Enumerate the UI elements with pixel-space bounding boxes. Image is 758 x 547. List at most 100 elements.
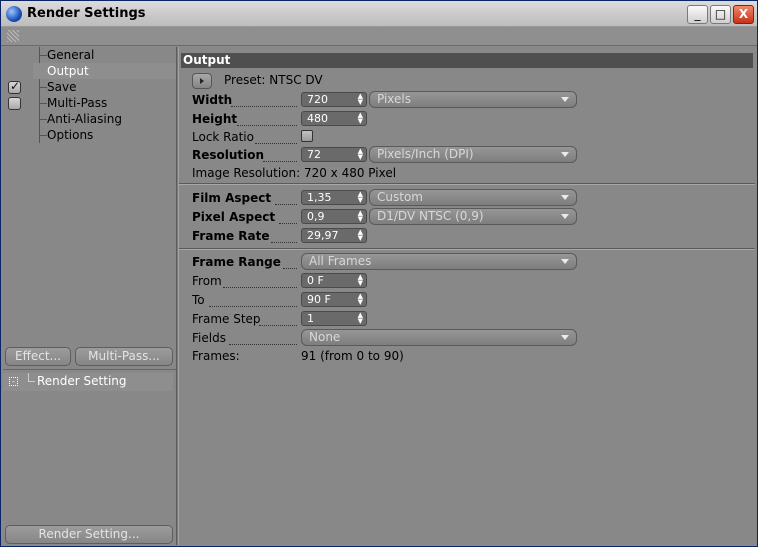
leader-dots xyxy=(255,130,297,144)
stepper-arrows-icon[interactable]: ▲ ▼ xyxy=(358,293,363,306)
film-aspect-dropdown[interactable]: Custom xyxy=(369,189,577,206)
panel-divider xyxy=(3,369,176,370)
expand-icon[interactable]: - xyxy=(9,377,18,386)
stepper-arrows-icon[interactable]: ▲ ▼ xyxy=(358,93,363,106)
from-input[interactable]: 0 F ▲ ▼ xyxy=(301,273,367,288)
pixel-aspect-label: Pixel Aspect xyxy=(192,210,276,224)
fields-option: None xyxy=(309,330,341,344)
maximize-button[interactable]: □ xyxy=(710,5,731,24)
separator xyxy=(179,183,755,185)
preset-label: Preset: NTSC DV xyxy=(224,73,323,87)
fields-dropdown[interactable]: None xyxy=(301,329,577,346)
lock-ratio-label: Lock Ratio xyxy=(192,130,254,144)
from-label: From xyxy=(192,274,222,288)
sidebar-item-general[interactable]: General xyxy=(33,47,94,63)
to-value: 90 F xyxy=(307,293,331,306)
film-aspect-value: 1,35 xyxy=(307,191,332,204)
leader-dots xyxy=(223,274,297,288)
frame-range-dropdown[interactable]: All Frames xyxy=(301,253,577,270)
sidebar-item-options[interactable]: Options xyxy=(33,127,93,143)
leader-dots xyxy=(209,293,297,307)
film-aspect-label: Film Aspect xyxy=(192,191,272,205)
save-checkbox[interactable]: ✓ xyxy=(8,79,21,94)
render-setting-item[interactable]: - Render Setting xyxy=(3,373,173,391)
leader-dots xyxy=(237,112,297,126)
frame-range-label: Frame Range xyxy=(192,255,281,269)
resolution-unit-dropdown[interactable]: Pixels/Inch (DPI) xyxy=(369,146,577,163)
stepper-arrows-icon[interactable]: ▲ ▼ xyxy=(358,312,363,325)
width-value: 720 xyxy=(307,93,328,106)
frame-range-option: All Frames xyxy=(309,254,372,268)
pixel-aspect-input[interactable]: 0,9 ▲ ▼ xyxy=(301,209,367,224)
minimize-button[interactable]: _ xyxy=(687,5,708,24)
width-input[interactable]: 720 ▲ ▼ xyxy=(301,92,367,107)
leader-dots xyxy=(229,331,297,345)
fields-label: Fields xyxy=(192,331,226,345)
multipass-checkbox[interactable] xyxy=(8,97,21,110)
title-bar[interactable]: Render Settings _ □ X xyxy=(1,1,757,27)
play-icon xyxy=(200,78,204,84)
sidebar-item-save[interactable]: Save xyxy=(33,79,76,95)
stepper-arrows-icon[interactable]: ▲ ▼ xyxy=(358,229,363,242)
chevron-down-icon xyxy=(561,195,569,200)
to-label: To xyxy=(192,293,205,307)
sidebar-item-label: Save xyxy=(47,80,77,94)
sidebar-item-anti-aliasing[interactable]: Anti-Aliasing xyxy=(33,111,122,127)
to-input[interactable]: 90 F ▲ ▼ xyxy=(301,292,367,307)
frame-step-input[interactable]: 1 ▲ ▼ xyxy=(301,311,367,326)
leader-dots xyxy=(271,229,297,243)
pixel-aspect-dropdown[interactable]: D1/DV NTSC (0,9) xyxy=(369,208,577,225)
frame-step-label: Frame Step xyxy=(192,312,261,326)
sidebar: General Output ✓ Save Multi-Pass Anti-Al… xyxy=(3,47,176,545)
close-button[interactable]: X xyxy=(733,5,754,24)
leader-dots xyxy=(259,312,297,326)
stepper-arrows-icon[interactable]: ▲ ▼ xyxy=(358,148,363,161)
leader-dots xyxy=(263,148,297,162)
stepper-arrows-icon[interactable]: ▲ ▼ xyxy=(358,274,363,287)
sidebar-item-multipass[interactable]: Multi-Pass xyxy=(33,95,107,111)
pixel-aspect-value: 0,9 xyxy=(307,210,325,223)
frame-step-value: 1 xyxy=(307,312,314,325)
stepper-arrows-icon[interactable]: ▲ ▼ xyxy=(358,210,363,223)
frame-rate-label: Frame Rate xyxy=(192,229,270,243)
chevron-down-icon xyxy=(561,214,569,219)
sidebar-item-label: Multi-Pass xyxy=(47,96,108,110)
grip-icon[interactable] xyxy=(7,30,19,42)
sidebar-item-label: Output xyxy=(47,64,89,78)
stepper-arrows-icon[interactable]: ▲ ▼ xyxy=(358,112,363,125)
resolution-unit-value: Pixels/Inch (DPI) xyxy=(377,147,474,161)
frame-rate-input[interactable]: 29,97 ▲ ▼ xyxy=(301,228,367,243)
width-label: Width xyxy=(192,93,233,107)
chevron-down-icon xyxy=(561,152,569,157)
resolution-value: 72 xyxy=(307,148,321,161)
chevron-down-icon xyxy=(561,335,569,340)
height-value: 480 xyxy=(307,112,328,125)
sidebar-item-label: General xyxy=(47,48,95,62)
width-unit-value: Pixels xyxy=(377,92,412,106)
render-setting-button[interactable]: Render Setting... xyxy=(5,525,173,544)
cinema4d-app-icon xyxy=(6,6,22,22)
chevron-down-icon xyxy=(561,97,569,102)
render-setting-label: Render Setting xyxy=(37,374,127,388)
sidebar-item-output[interactable]: Output xyxy=(33,63,176,79)
from-value: 0 F xyxy=(307,274,324,287)
pixel-aspect-option: D1/DV NTSC (0,9) xyxy=(377,209,484,223)
frame-rate-value: 29,97 xyxy=(307,229,339,242)
multipass-button[interactable]: Multi-Pass... xyxy=(75,347,173,366)
preset-button[interactable] xyxy=(192,73,212,89)
film-aspect-input[interactable]: 1,35 ▲ ▼ xyxy=(301,190,367,205)
lock-ratio-checkbox[interactable] xyxy=(301,130,313,142)
stepper-arrows-icon[interactable]: ▲ ▼ xyxy=(358,191,363,204)
height-input[interactable]: 480 ▲ ▼ xyxy=(301,111,367,126)
resolution-input[interactable]: 72 ▲ ▼ xyxy=(301,147,367,162)
checkmark-icon: ✓ xyxy=(10,79,21,93)
output-panel: Output Preset: NTSC DV Width 720 ▲ ▼ Pixel… xyxy=(179,47,757,545)
effect-button[interactable]: Effect... xyxy=(5,347,71,366)
leader-dots xyxy=(275,191,297,205)
height-label: Height xyxy=(192,112,238,126)
leader-dots xyxy=(283,255,297,269)
window-title: Render Settings xyxy=(27,6,146,21)
tree-branch xyxy=(28,373,35,382)
width-unit-dropdown[interactable]: Pixels xyxy=(369,91,577,108)
toolbar xyxy=(1,27,757,46)
